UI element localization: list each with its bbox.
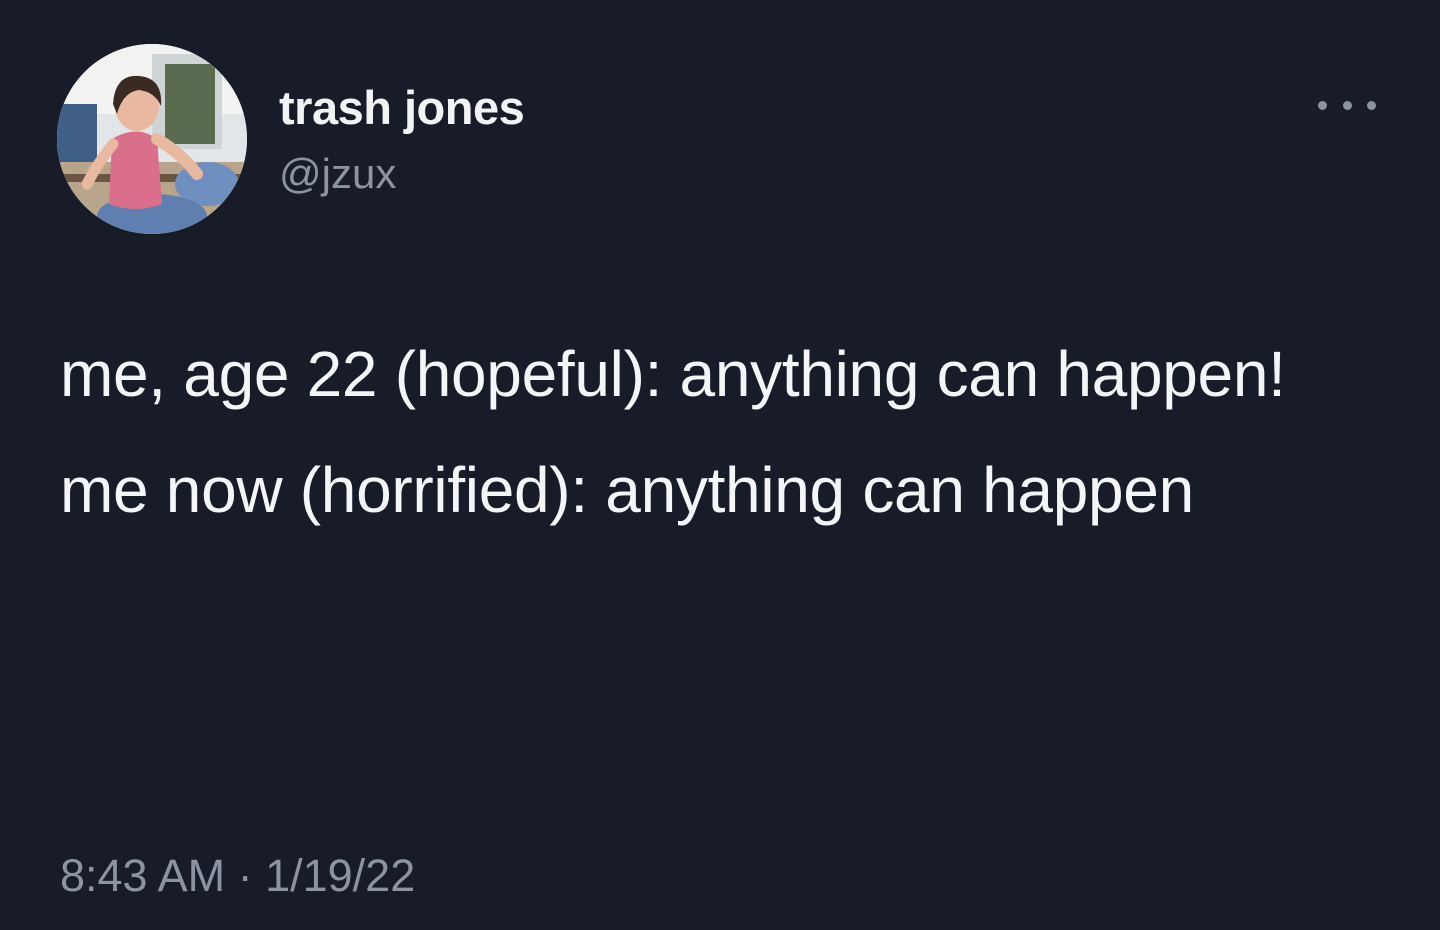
more-horizontal-icon bbox=[1342, 100, 1352, 110]
tweet-line: me now (horrified): anything can happen bbox=[60, 454, 1194, 526]
more-options-button[interactable] bbox=[1318, 92, 1376, 118]
user-handle[interactable]: @jzux bbox=[279, 150, 396, 198]
more-horizontal-icon bbox=[1318, 100, 1327, 110]
more-horizontal-icon bbox=[1367, 100, 1376, 110]
tweet-line: me, age 22 (hopeful): anything can happe… bbox=[60, 338, 1286, 410]
tweet-text: me, age 22 (hopeful): anything can happe… bbox=[60, 322, 1360, 542]
display-name[interactable]: trash jones bbox=[279, 80, 525, 135]
avatar[interactable] bbox=[57, 44, 247, 234]
profile-photo-icon bbox=[57, 44, 247, 234]
tweet-card: trash jones @jzux me, age 22 (hopeful): … bbox=[0, 0, 1440, 930]
tweet-timestamp[interactable]: 8:43 AM · 1/19/22 bbox=[60, 850, 415, 902]
